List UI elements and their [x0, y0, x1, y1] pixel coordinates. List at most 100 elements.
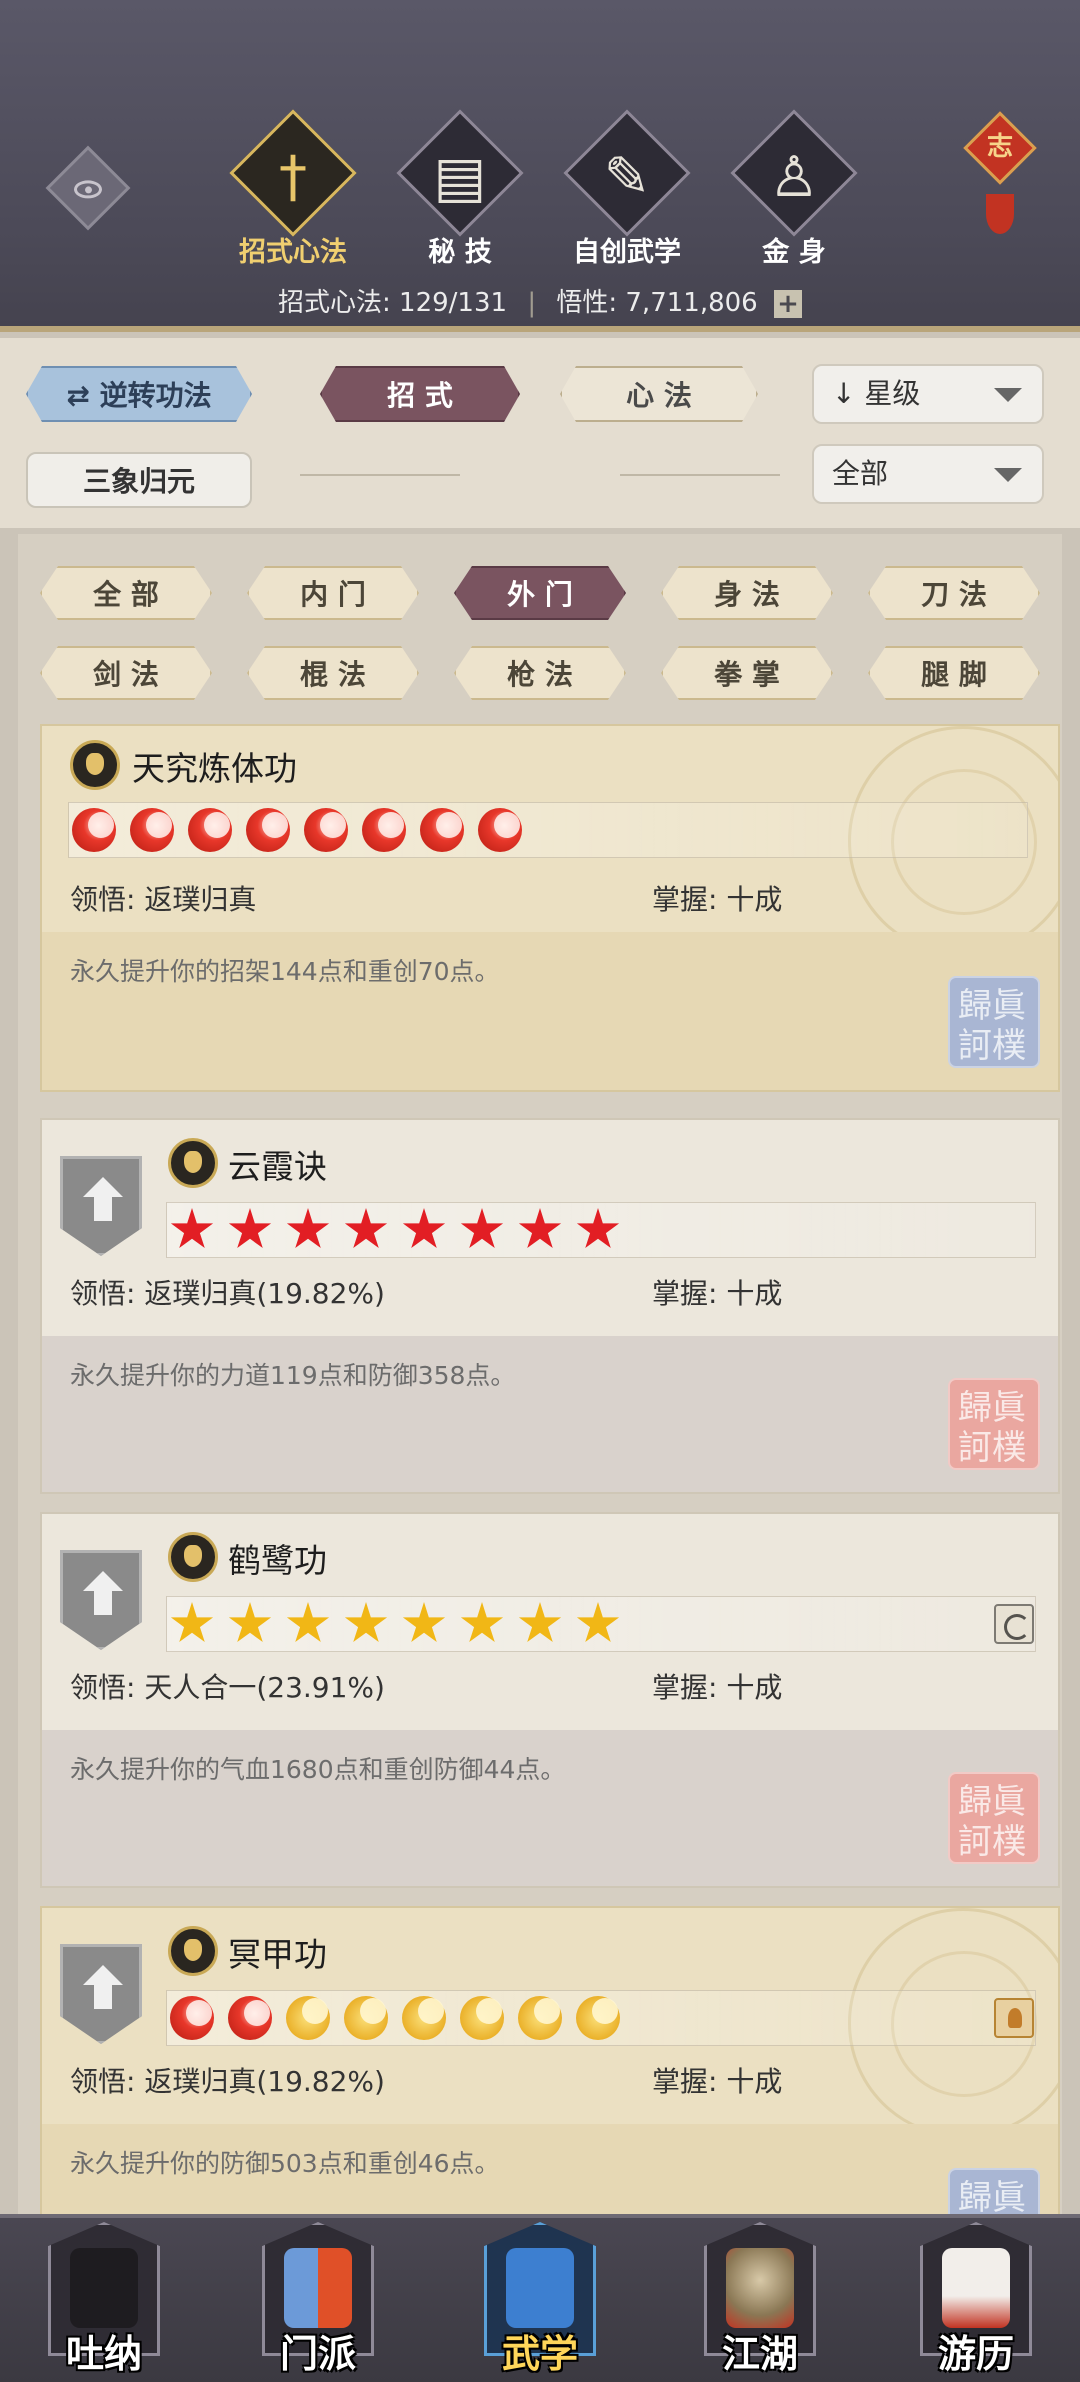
flame-star-icon [362, 808, 406, 852]
eye-icon [74, 180, 102, 199]
nav-breathing[interactable]: 吐纳 [34, 2218, 174, 2382]
knot-character: 志 [986, 132, 1013, 162]
red-star-icon [518, 1208, 562, 1249]
category-leg[interactable]: 腿 脚 [868, 646, 1040, 700]
upgrade-arrow-icon[interactable] [60, 1944, 142, 2044]
flame-star-icon [188, 808, 232, 852]
gold-star-icon [518, 1602, 562, 1643]
nav-martial-arts[interactable]: 武学 [470, 2218, 610, 2382]
insight-level: 领悟: 天人合一(23.91%) [70, 1671, 385, 1704]
moon-star-icon [576, 1996, 620, 2040]
skill-description: 永久提升你的力道119点和防御358点。 [70, 1361, 516, 1390]
tab-secret-techniques[interactable]: ▤ 秘 技 [385, 109, 525, 278]
gold-star-icon [460, 1602, 504, 1643]
category-staff[interactable]: 棍 法 [247, 646, 419, 700]
tab-moves[interactable]: 招 式 [320, 366, 520, 422]
sort-dropdown[interactable]: ↓ 星级 [812, 364, 1044, 424]
star-rating [170, 1208, 620, 1252]
skill-card[interactable]: 鹤鹭功 领悟: 天人合一(23.91%) 掌握: 十成 永久提升你的气血1680… [40, 1512, 1060, 1888]
scroll-icon: ✎ [603, 145, 651, 210]
sect-banner-icon [284, 2248, 352, 2328]
red-star-icon [402, 1208, 446, 1249]
moves-count: 招式心法: 129/131 [278, 288, 508, 318]
filter-dropdown[interactable]: 全部 [812, 444, 1044, 504]
gold-star-icon [170, 1602, 214, 1643]
red-star-icon [228, 1208, 272, 1249]
category-fist[interactable]: 拳 掌 [661, 646, 833, 700]
flame-star-icon [478, 808, 522, 852]
flame-star-icon [304, 808, 348, 852]
buddha-tag-icon[interactable] [994, 1998, 1034, 2038]
tab-heart-method[interactable]: 心 法 [560, 366, 758, 422]
skill-card[interactable]: 天究炼体功 领悟: 返璞归真 掌握: 十成 永久提升你的招架144点和重创70点… [40, 724, 1060, 1092]
skill-description: 永久提升你的气血1680点和重创防御44点。 [70, 1755, 566, 1784]
skill-list-panel: 全 部 内 门 外 门 身 法 刀 法 剑 法 棍 法 枪 法 拳 掌 腿 脚 … [18, 534, 1062, 2214]
chevron-down-icon [994, 468, 1022, 482]
sanxiang-button[interactable]: 三象归元 [26, 452, 252, 508]
gold-star-icon [286, 1602, 330, 1643]
sect-emblem-icon [168, 1532, 218, 1582]
flame-star-icon [130, 808, 174, 852]
tab-self-created-arts[interactable]: ✎ 自创武学 [552, 109, 692, 278]
tab-moves-and-heart[interactable]: † 招式心法 [218, 109, 358, 278]
skill-description: 永久提升你的招架144点和重创70点。 [70, 957, 500, 986]
meditation-icon: ♙ [768, 145, 820, 210]
mastery-level: 掌握: 十成 [652, 1671, 783, 1704]
wisdom-value: 悟性: 7,711,806 [556, 288, 758, 318]
skill-card[interactable]: 冥甲功 领悟: 返璞归真(19.82%) 掌握: 十成 永久提升你的防御503点… [40, 1906, 1060, 2214]
gold-star-icon [576, 1602, 620, 1643]
flame-star-icon [228, 1996, 272, 2040]
bottom-navigation: 吐纳 门派 武学 江湖 游历 [0, 2214, 1080, 2382]
mastery-level: 掌握: 十成 [652, 883, 783, 916]
chinese-knot-button[interactable]: 志 [962, 111, 1037, 242]
divider [620, 474, 780, 476]
book-icon: ▤ [433, 145, 487, 210]
top-header: † 招式心法 ▤ 秘 技 ✎ 自创武学 ♙ 金 身 志 招式心法: 129/13… [0, 0, 1080, 332]
insight-level: 领悟: 返璞归真 [70, 883, 257, 916]
skill-card[interactable]: 云霞诀 领悟: 返璞归真(19.82%) 掌握: 十成 永久提升你的力道119点… [40, 1118, 1060, 1494]
category-inner[interactable]: 内 门 [247, 566, 419, 620]
red-star-icon [576, 1208, 620, 1249]
swirl-tag-icon[interactable] [994, 1604, 1034, 1644]
flame-star-icon [420, 808, 464, 852]
sword-icon: † [279, 145, 307, 210]
category-blade[interactable]: 刀 法 [868, 566, 1040, 620]
seal-stamp-icon: 歸眞 訶樸 [948, 1378, 1040, 1470]
star-rating [170, 1996, 620, 2040]
chevron-down-icon [994, 388, 1022, 402]
reverse-technique-button[interactable]: ⇄ 逆转功法 [26, 366, 252, 422]
nav-sect[interactable]: 门派 [248, 2218, 388, 2382]
moon-star-icon [402, 1996, 446, 2040]
upgrade-arrow-icon[interactable] [60, 1156, 142, 1256]
category-outer[interactable]: 外 门 [454, 566, 626, 620]
upgrade-arrow-icon[interactable] [60, 1550, 142, 1650]
sect-emblem-icon [168, 1926, 218, 1976]
add-wisdom-button[interactable]: + [773, 289, 802, 318]
flame-star-icon [246, 808, 290, 852]
stats-line: 招式心法: 129/131 | 悟性: 7,711,806 + [0, 282, 1080, 319]
moon-star-icon [518, 1996, 562, 2040]
figure-icon [70, 2248, 138, 2328]
red-star-icon [286, 1208, 330, 1249]
manual-book-icon [506, 2248, 574, 2328]
nav-travel[interactable]: 游历 [906, 2218, 1046, 2382]
mastery-level: 掌握: 十成 [652, 2065, 783, 2098]
seal-stamp-icon: 歸眞 訶樸 [948, 1772, 1040, 1864]
gold-star-icon [402, 1602, 446, 1643]
flame-star-icon [72, 808, 116, 852]
tab-golden-body[interactable]: ♙ 金 身 [719, 109, 859, 278]
eye-toggle-button[interactable] [45, 145, 131, 231]
category-movement[interactable]: 身 法 [661, 566, 833, 620]
red-star-icon [460, 1208, 504, 1249]
gold-star-icon [344, 1602, 388, 1643]
straw-hat-icon [726, 2248, 794, 2328]
nav-jianghu[interactable]: 江湖 [690, 2218, 830, 2382]
sect-emblem-icon [70, 740, 120, 790]
moon-star-icon [344, 1996, 388, 2040]
category-spear[interactable]: 枪 法 [454, 646, 626, 700]
skill-name: 鹤鹭功 [228, 1541, 327, 1580]
skill-name: 天究炼体功 [132, 749, 297, 788]
seal-stamp-icon: 歸眞 [948, 2168, 1040, 2214]
category-all[interactable]: 全 部 [40, 566, 212, 620]
category-sword[interactable]: 剑 法 [40, 646, 212, 700]
